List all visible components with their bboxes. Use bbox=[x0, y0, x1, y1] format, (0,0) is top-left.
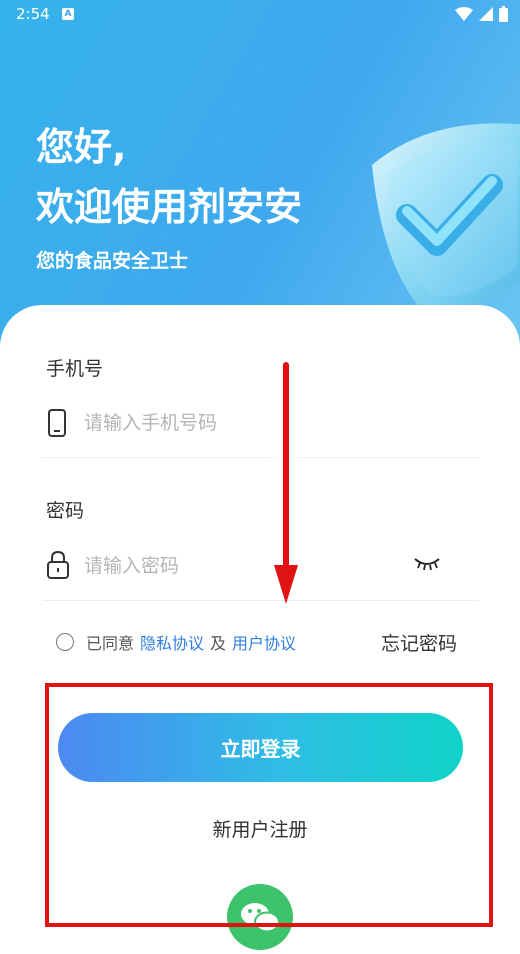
phone-divider bbox=[42, 457, 479, 458]
wechat-icon bbox=[241, 903, 280, 933]
phone-label: 手机号 bbox=[46, 358, 104, 380]
greeting-line-2: 欢迎使用剂安安 bbox=[36, 185, 303, 229]
signal-icon bbox=[479, 7, 493, 21]
greeting-subtitle: 您的食品安全卫士 bbox=[36, 250, 189, 272]
user-agreement-link[interactable]: 用户协议 bbox=[232, 630, 296, 654]
status-time: 2:54 bbox=[16, 5, 50, 23]
agreement-conjunction: 及 bbox=[210, 634, 227, 653]
forgot-password-link[interactable]: 忘记密码 bbox=[381, 629, 457, 656]
password-label: 密码 bbox=[46, 500, 85, 522]
status-icons bbox=[455, 6, 508, 22]
notification-icon: A bbox=[62, 8, 74, 20]
register-link[interactable]: 新用户注册 bbox=[0, 815, 520, 842]
password-divider bbox=[42, 600, 479, 601]
password-input[interactable] bbox=[84, 555, 384, 577]
lock-icon bbox=[47, 550, 69, 579]
agreement-checkbox[interactable] bbox=[56, 633, 74, 651]
eye-closed-icon[interactable] bbox=[412, 555, 442, 571]
shield-check-icon bbox=[372, 123, 520, 312]
greeting-line-1: 您好, bbox=[36, 125, 127, 169]
login-button[interactable]: 立即登录 bbox=[58, 713, 463, 782]
phone-input[interactable] bbox=[84, 412, 384, 434]
phone-icon bbox=[48, 409, 66, 437]
privacy-policy-link[interactable]: 隐私协议 bbox=[140, 630, 204, 654]
red-arrow bbox=[262, 362, 312, 604]
wechat-login-button[interactable] bbox=[227, 884, 293, 950]
status-bar: 2:54 A bbox=[0, 0, 520, 30]
agreement-row: 已同意 隐私协议 及 用户协议 bbox=[56, 630, 296, 654]
agreement-prefix: 已同意 bbox=[86, 634, 135, 653]
battery-icon bbox=[499, 6, 508, 22]
wifi-icon bbox=[455, 7, 473, 21]
